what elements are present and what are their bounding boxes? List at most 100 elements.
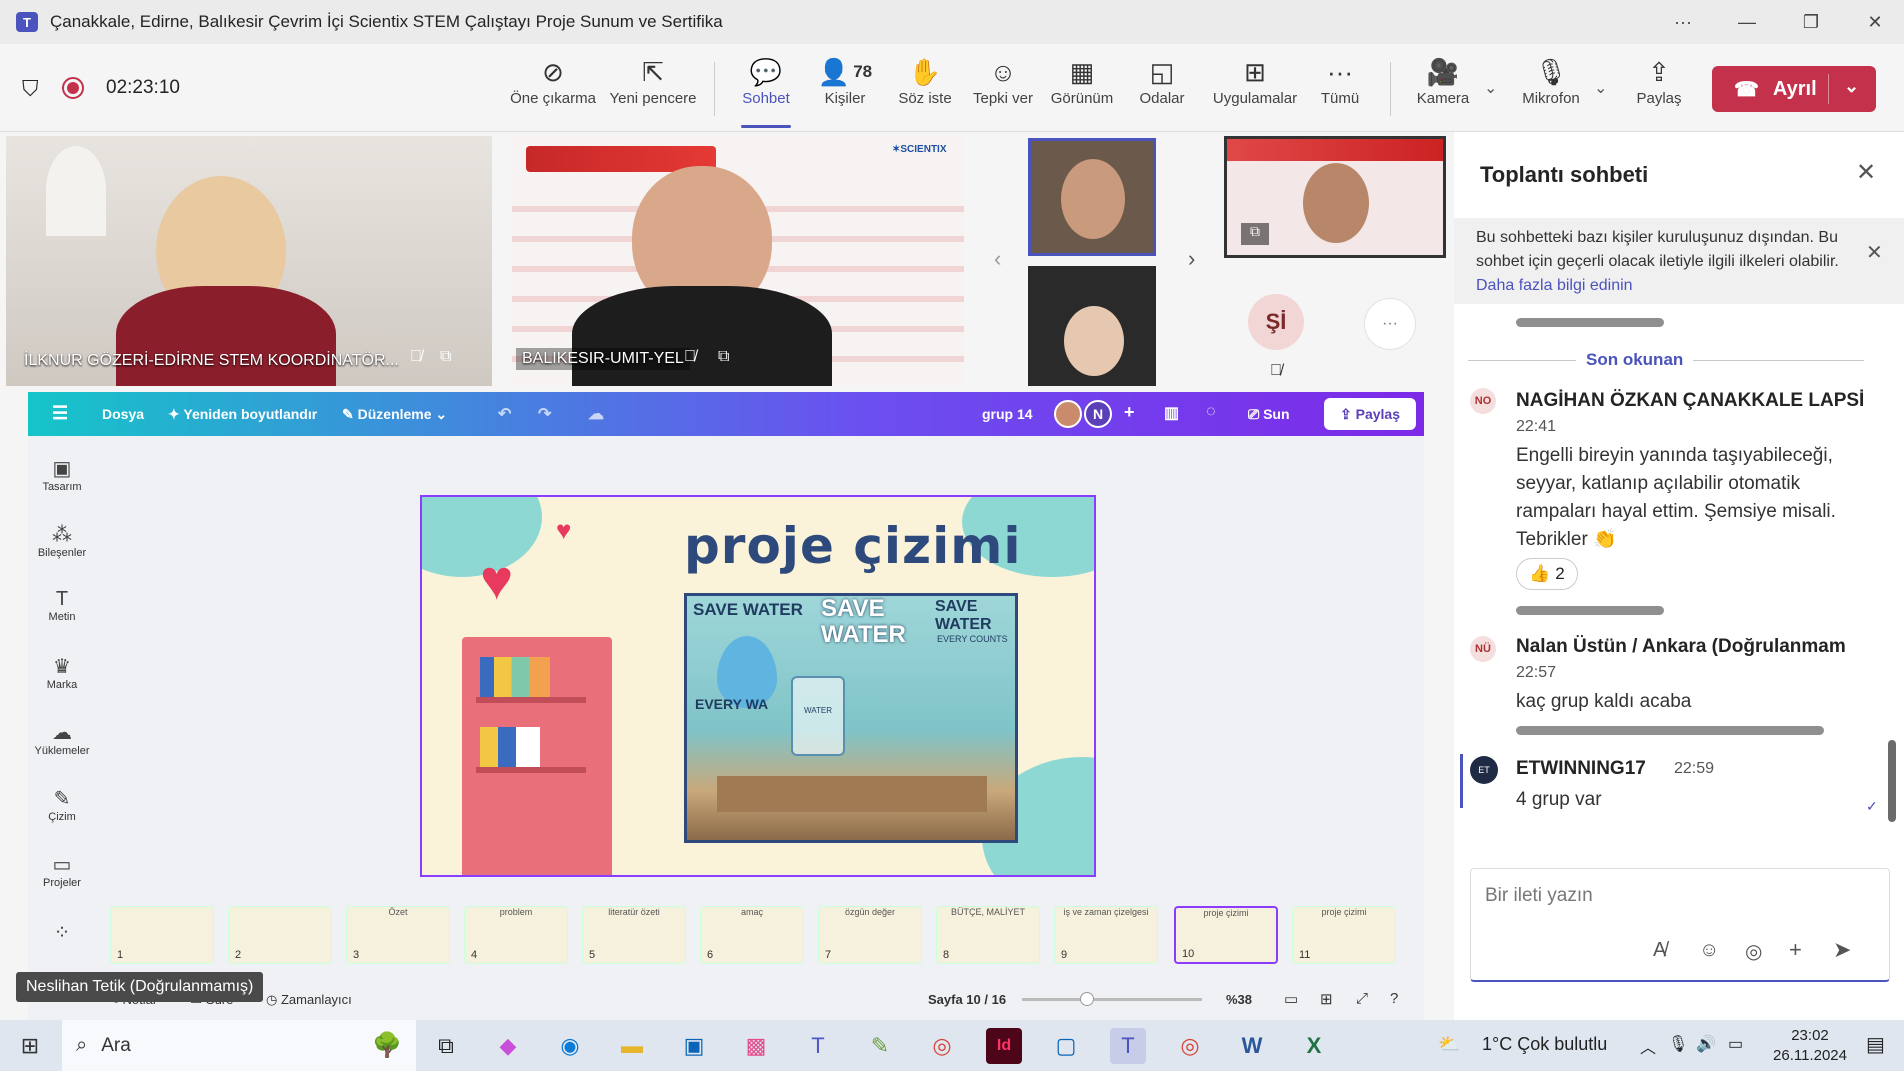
add-collaborator-icon[interactable]: + <box>1124 402 1135 423</box>
windows-start-icon[interactable]: ⊞ <box>12 1028 48 1064</box>
mic-options-chevron-icon[interactable]: ⌄ <box>1594 78 1607 98</box>
zoom-slider[interactable] <box>1022 998 1202 1001</box>
sidebar-item-design[interactable]: ▣ Tasarım <box>28 456 96 493</box>
send-icon[interactable]: ➤ <box>1833 937 1851 963</box>
canva-share-button[interactable]: ⇪ Paylaş <box>1324 398 1416 430</box>
page-view-icon[interactable]: ▭ <box>1284 990 1298 1008</box>
slide-title[interactable]: proje çizimi <box>684 517 1022 575</box>
sidebar-item-text[interactable]: T Metin <box>28 588 96 623</box>
camera-button[interactable]: 🎥 Kamera <box>1398 54 1488 124</box>
sidebar-item-elements[interactable]: ⁂ Bileşenler <box>28 522 96 559</box>
close-window-button[interactable]: ✕ <box>1850 0 1900 44</box>
apps-button[interactable]: ⊞ Uygulamalar <box>1205 54 1305 124</box>
message-input[interactable]: Bir ileti yazın <box>1485 885 1593 907</box>
sidebar-item-draw[interactable]: ✎ Çizim <box>28 786 96 823</box>
share-button[interactable]: ⇪ Paylaş <box>1614 54 1704 124</box>
video-thumb[interactable] <box>1028 266 1156 386</box>
page-thumbnail[interactable]: proje çizimi 11 <box>1292 906 1396 964</box>
spotlight-button[interactable]: ⊘ Öne çıkarma <box>508 54 598 124</box>
chat-scrollbar[interactable] <box>1888 740 1896 822</box>
page-thumbnail[interactable]: BÜTÇE, MALİYET 8 <box>936 906 1040 964</box>
help-icon[interactable]: ? <box>1390 990 1398 1007</box>
weather-icon[interactable]: ⛅ <box>1438 1034 1460 1055</box>
page-thumbnail-selected[interactable]: proje çizimi 10 <box>1174 906 1278 964</box>
collaborator-avatar[interactable]: N <box>1084 400 1112 428</box>
sidebar-item-projects[interactable]: ▭ Projeler <box>28 852 96 889</box>
paint-icon[interactable]: ✎ <box>862 1028 898 1064</box>
chrome-icon[interactable]: ◎ <box>924 1028 960 1064</box>
attach-plus-icon[interactable]: + <box>1789 937 1802 963</box>
gallery-prev-icon[interactable]: ‹ <box>994 246 1001 272</box>
slide-image-save-water[interactable]: SAVE WATER SAVE WATER SAVE WATER EVERY C… <box>684 593 1018 843</box>
sidebar-item-brand[interactable]: ♛ Marka <box>28 654 96 691</box>
emoji-icon[interactable]: ☺ <box>1699 939 1719 962</box>
page-thumbnail[interactable]: Özet 3 <box>346 906 450 964</box>
mic-tray-icon[interactable]: 🎙 <box>1668 1034 1688 1054</box>
sidebar-item-uploads[interactable]: ☁ Yüklemeler <box>28 720 96 757</box>
page-thumbnail[interactable]: 2 <box>228 906 332 964</box>
clock[interactable]: 23:02 26.11.2024 <box>1770 1026 1850 1066</box>
camera-options-chevron-icon[interactable]: ⌄ <box>1484 78 1497 98</box>
notifications-icon[interactable]: ▤ <box>1866 1032 1885 1057</box>
chrome-icon[interactable]: ◎ <box>1172 1028 1208 1064</box>
fullscreen-icon[interactable]: ⤢ <box>1356 990 1368 1007</box>
comment-icon[interactable]: ◌ <box>1206 403 1216 421</box>
excel-icon[interactable]: X <box>1296 1028 1332 1064</box>
copilot-icon[interactable]: ◆ <box>490 1028 526 1064</box>
zoom-slider-handle[interactable] <box>1080 992 1094 1006</box>
menu-resize[interactable]: ✦ Yeniden boyutlandır <box>168 406 317 423</box>
menu-edit[interactable]: ✎ Düzenleme ⌄ <box>342 406 447 423</box>
store-icon[interactable]: ▣ <box>676 1028 712 1064</box>
grid-view-icon[interactable]: ⊞ <box>1320 990 1333 1008</box>
learn-more-link[interactable]: Daha fazla bilgi edinin <box>1476 277 1633 294</box>
leave-button[interactable]: ☎ Ayrıl ⌄ <box>1712 66 1876 112</box>
present-button[interactable]: ⎚ Sun <box>1248 406 1290 423</box>
slide-canvas[interactable]: ♥ ♥ proje çizimi SAVE WATER SAVE WATER S… <box>420 495 1096 877</box>
view-button[interactable]: ▦ Görünüm <box>1037 54 1127 124</box>
video-tile-umit[interactable]: ✶SCIENTIX BALIKESIR-UMIT-YEL 🎙̸ ⧉ <box>512 136 964 386</box>
restore-button[interactable]: ❐ <box>1786 0 1836 44</box>
design-name[interactable]: grup 14 <box>982 406 1033 422</box>
redo-icon[interactable]: ↷ <box>538 404 551 424</box>
new-window-button[interactable]: ⇱ Yeni pencere <box>608 54 698 124</box>
dismiss-notice-icon[interactable]: ✕ <box>1866 240 1883 265</box>
hamburger-icon[interactable]: ☰ <box>52 403 68 424</box>
menu-file[interactable]: Dosya <box>102 406 144 422</box>
volume-icon[interactable]: 🔊 <box>1696 1034 1716 1054</box>
video-tile-ilknur[interactable]: İLKNUR GÖZERİ-EDİRNE STEM KOORDİNATÖR...… <box>6 136 492 386</box>
pin-icon[interactable]: ⧉ <box>440 348 451 366</box>
video-thumb-speaking[interactable] <box>1028 138 1156 256</box>
teams-active-icon[interactable]: T <box>1110 1028 1146 1064</box>
weather-text[interactable]: 1°C Çok bulutlu <box>1482 1034 1607 1055</box>
file-explorer-icon[interactable]: ▬ <box>614 1028 650 1064</box>
taskbar-search[interactable]: ⌕ Ara 🌳 <box>62 1020 416 1071</box>
sidebar-item-apps[interactable]: ⁘ <box>28 920 96 945</box>
loop-icon[interactable]: ◎ <box>1745 939 1762 964</box>
gallery-next-icon[interactable]: › <box>1188 246 1195 272</box>
battery-icon[interactable]: ▭ <box>1728 1034 1743 1054</box>
word-icon[interactable]: W <box>1234 1028 1270 1064</box>
reaction-badge[interactable]: 👍 2 <box>1516 558 1578 590</box>
collaborator-avatar[interactable] <box>1054 400 1082 428</box>
page-thumbnail[interactable]: problem 4 <box>464 906 568 964</box>
page-thumbnail[interactable]: özgün değer 7 <box>818 906 922 964</box>
more-participants-button[interactable]: ··· <box>1364 298 1416 350</box>
video-tile-shared[interactable]: ⧉ <box>1224 136 1446 258</box>
leave-options-chevron-icon[interactable]: ⌄ <box>1844 76 1859 97</box>
undo-icon[interactable]: ↶ <box>498 404 511 424</box>
react-button[interactable]: ☺ Tepki ver <box>958 54 1048 124</box>
minimize-button[interactable]: — <box>1722 0 1772 44</box>
pin-icon[interactable]: ⧉ <box>718 348 729 366</box>
more-actions-button[interactable]: ··· Tümü <box>1295 54 1385 124</box>
task-view-icon[interactable]: ⧉ <box>428 1028 464 1064</box>
more-icon[interactable]: ··· <box>1658 0 1708 44</box>
timer-button[interactable]: ◷ Zamanlayıcı <box>266 992 352 1008</box>
page-thumbnail[interactable]: amaç 6 <box>700 906 804 964</box>
zoom-level[interactable]: %38 <box>1226 992 1252 1007</box>
raise-hand-button[interactable]: ✋ Söz iste <box>880 54 970 124</box>
app-icon[interactable]: ▢ <box>1048 1028 1084 1064</box>
page-thumbnail[interactable]: iş ve zaman çizelgesi 9 <box>1054 906 1158 964</box>
chat-button[interactable]: 💬 Sohbet <box>721 54 811 128</box>
mic-button[interactable]: 🎙 Mikrofon <box>1506 54 1596 124</box>
indesign-icon[interactable]: Id <box>986 1028 1022 1064</box>
